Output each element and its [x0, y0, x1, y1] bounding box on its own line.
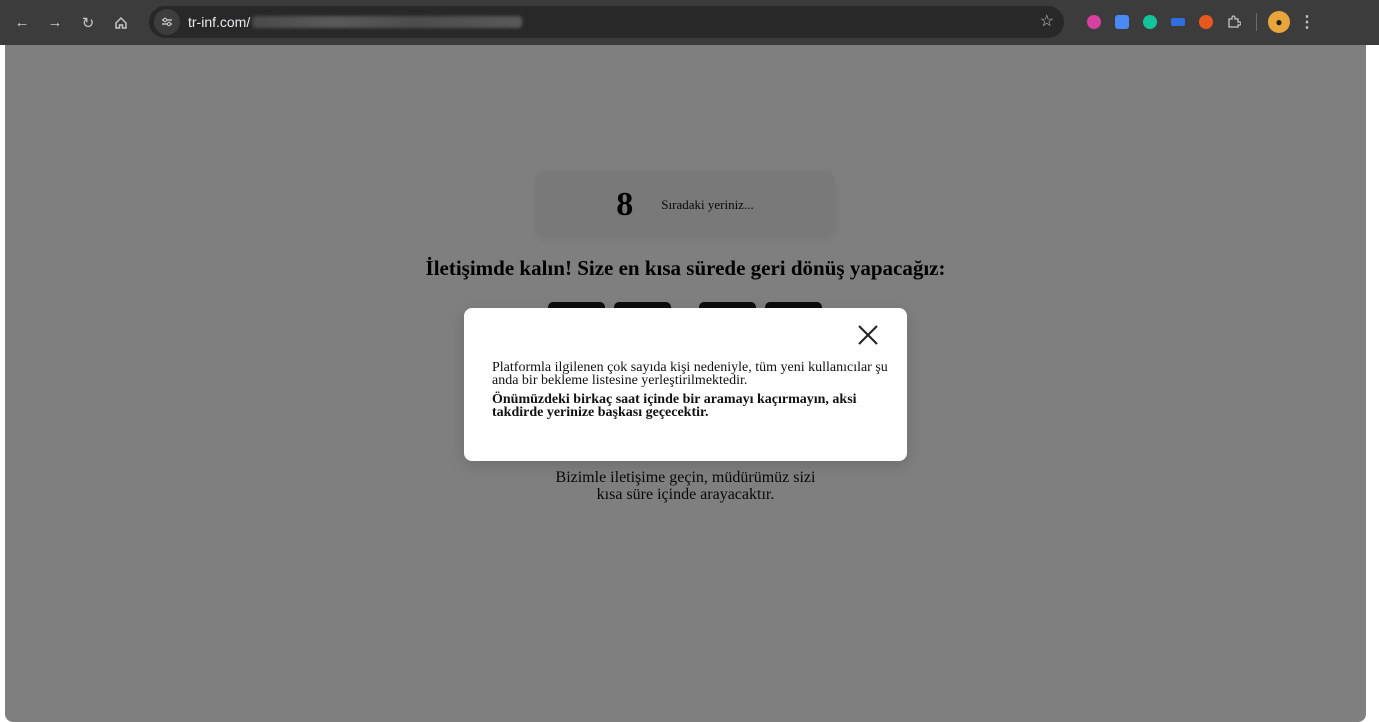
reload-icon[interactable]: ↻: [74, 9, 102, 37]
url-text[interactable]: tr-inf.com/: [188, 14, 250, 30]
bookmark-star-icon[interactable]: ☆: [1040, 11, 1054, 31]
extension-blue-icon[interactable]: [1164, 8, 1192, 36]
translate-icon[interactable]: [1108, 8, 1136, 36]
toolbar-divider: [1256, 13, 1257, 31]
extensions-area: ● ⋮: [1080, 8, 1321, 36]
profile-avatar[interactable]: ●: [1265, 8, 1293, 36]
site-settings-icon[interactable]: [154, 9, 180, 35]
grammarly-icon[interactable]: [1136, 8, 1164, 36]
address-bar[interactable]: tr-inf.com/ ☆: [149, 6, 1064, 38]
modal-warning: Önümüzdeki birkaç saat içinde bir aramay…: [492, 392, 857, 420]
blocker-icon[interactable]: [1080, 8, 1108, 36]
waitlist-modal: Platformla ilgilenen çok sayıda kişi ned…: [464, 308, 907, 461]
home-icon[interactable]: [107, 9, 135, 37]
close-icon[interactable]: [855, 322, 881, 348]
blurred-url-path: [252, 16, 523, 28]
menu-dots-icon[interactable]: ⋮: [1293, 8, 1321, 36]
page-viewport: 8 Sıradaki yeriniz... İletişimde kalın! …: [5, 45, 1366, 722]
modal-message: Platformla ilgilenen çok sayıda kişi ned…: [492, 360, 888, 388]
forward-arrow-icon[interactable]: →: [41, 9, 69, 37]
browser-toolbar: ← → ↻ tr-inf.com/ ☆ ● ⋮: [0, 0, 1379, 45]
back-arrow-icon[interactable]: ←: [8, 9, 36, 37]
extension-orange-icon[interactable]: [1192, 8, 1220, 36]
modal-body: Platformla ilgilenen çok sayıda kişi ned…: [492, 360, 892, 420]
puzzle-icon[interactable]: [1220, 8, 1248, 36]
